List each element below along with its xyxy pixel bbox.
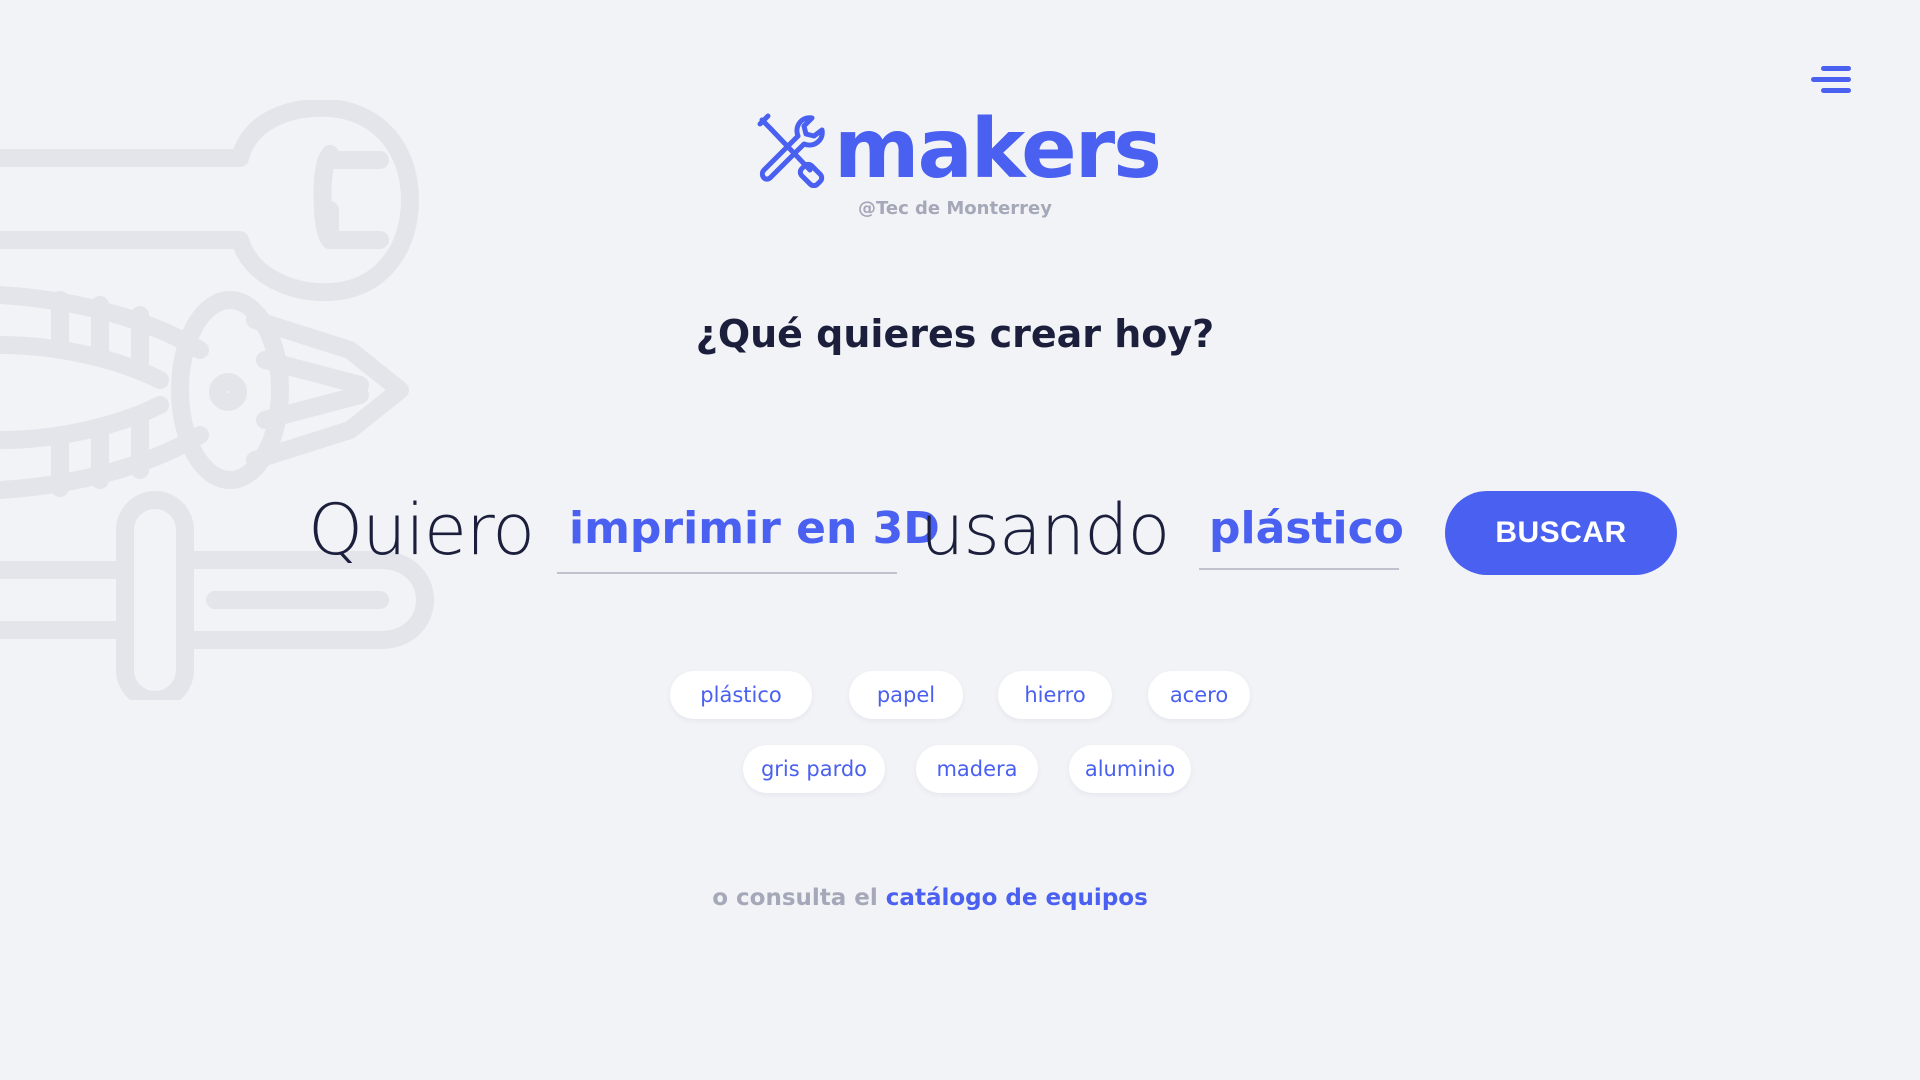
material-chip[interactable]: aluminio [1069, 745, 1191, 793]
catalog-link[interactable]: catálogo de equipos [886, 885, 1148, 911]
material-chip[interactable]: gris pardo [743, 745, 885, 793]
brand-logo[interactable]: makers [752, 102, 1162, 197]
material-chip[interactable]: madera [916, 745, 1038, 793]
material-chip[interactable]: acero [1148, 671, 1250, 719]
crossed-tools-icon [757, 113, 825, 188]
material-chip[interactable]: hierro [998, 671, 1112, 719]
action-field-value: imprimir en 3D [569, 503, 940, 554]
page-question: ¿Qué quieres crear hoy? [695, 312, 1215, 356]
material-field-value: plástico [1209, 503, 1404, 554]
phrase-word-quiero: Quiero [308, 489, 535, 571]
material-field[interactable]: plástico [1199, 500, 1404, 570]
phrase-word-usando: usando [920, 489, 1170, 571]
tools-illustration-icon [0, 100, 434, 700]
brand-subtitle: @Tec de Monterrey [858, 198, 1052, 219]
catalog-prompt: o consulta el catálogo de equipos [0, 885, 1860, 911]
search-button[interactable]: BUSCAR [1445, 491, 1677, 575]
action-field[interactable]: imprimir en 3D [557, 500, 940, 574]
material-chip[interactable]: plástico [670, 671, 812, 719]
catalog-prompt-text: o consulta el [712, 885, 878, 911]
hamburger-menu-icon[interactable] [1805, 62, 1851, 98]
brand-name: makers [834, 102, 1162, 197]
material-chip[interactable]: papel [849, 671, 963, 719]
